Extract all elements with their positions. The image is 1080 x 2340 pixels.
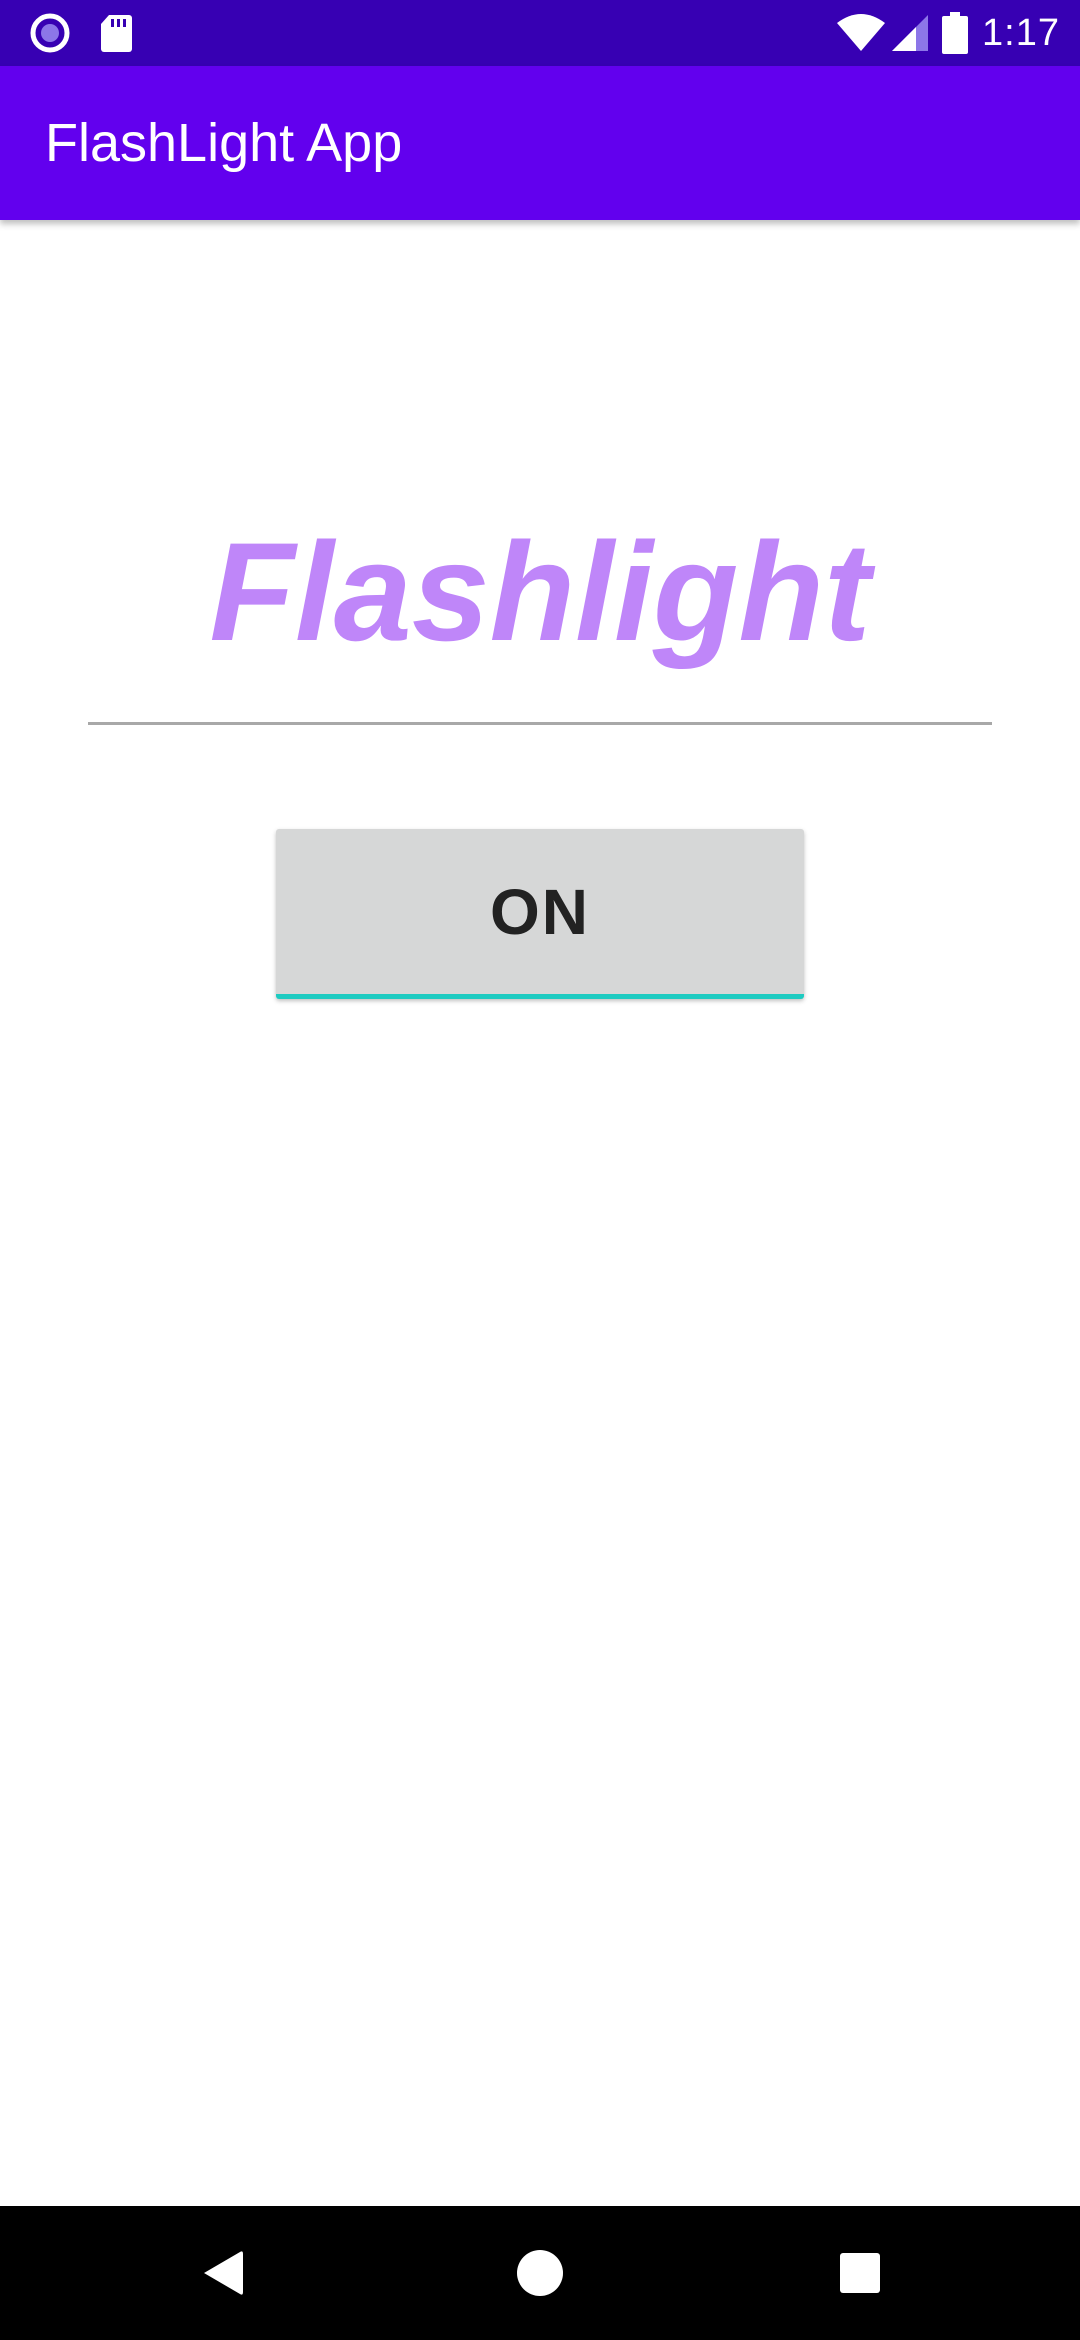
flashlight-toggle-button[interactable]: ON — [276, 829, 804, 999]
back-button[interactable] — [152, 2206, 292, 2340]
flashlight-heading: Flashlight — [209, 513, 871, 670]
recents-icon — [840, 2253, 880, 2293]
home-icon — [517, 2250, 563, 2296]
divider — [88, 722, 992, 725]
home-button[interactable] — [470, 2206, 610, 2340]
wifi-icon — [836, 13, 886, 53]
radio-button-notification-icon — [28, 0, 72, 66]
app-title: FlashLight App — [45, 113, 403, 173]
app-bar: FlashLight App — [0, 66, 1080, 220]
sd-card-icon — [96, 0, 136, 66]
status-time: 1:17 — [982, 11, 1060, 54]
status-bar: 1:17 — [0, 0, 1080, 66]
back-icon — [204, 2251, 243, 2295]
cellular-signal-icon — [890, 13, 930, 53]
navigation-bar — [0, 2206, 1080, 2340]
recents-button[interactable] — [790, 2206, 930, 2340]
battery-icon — [942, 12, 969, 54]
main-content: Flashlight ON — [0, 220, 1080, 2206]
status-indicators: 1:17 — [836, 0, 1060, 66]
